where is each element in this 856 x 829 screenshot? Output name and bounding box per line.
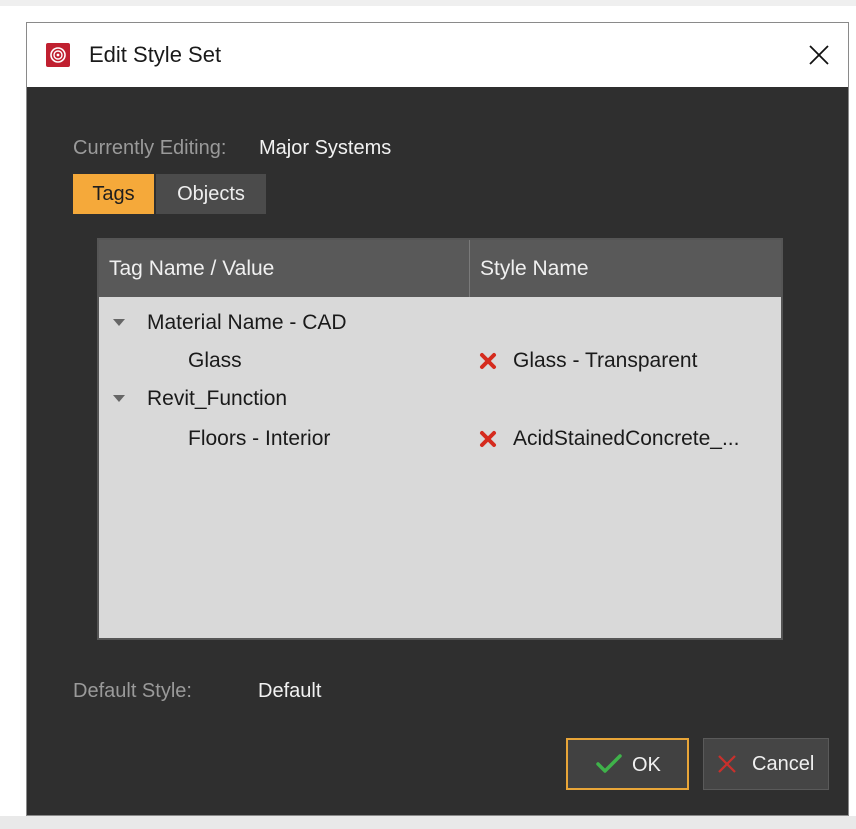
tag-style-table: Tag Name / Value Style Name Material Nam…	[97, 238, 783, 640]
ok-button[interactable]: OK	[566, 738, 689, 790]
cancel-x-icon	[718, 755, 736, 773]
default-style-label: Default Style:	[73, 680, 192, 702]
title-bar[interactable]: Edit Style Set	[27, 23, 848, 87]
app-logo-icon	[46, 43, 70, 67]
tab-tags[interactable]: Tags	[73, 174, 154, 214]
group-name: Revit_Function	[147, 387, 288, 410]
collapse-triangle-icon[interactable]	[113, 395, 125, 402]
tree-row-group[interactable]: Revit_Function	[99, 380, 781, 418]
tree-row-item[interactable]: Glass Glass - Transparent	[99, 342, 781, 380]
cancel-button-label: Cancel	[752, 753, 815, 775]
tab-objects[interactable]: Objects	[156, 174, 266, 214]
style-name: AcidStainedConcrete_...	[513, 427, 740, 450]
red-x-icon	[480, 353, 496, 369]
tag-value: Glass	[188, 349, 242, 372]
currently-editing-label: Currently Editing:	[73, 137, 227, 159]
red-x-icon	[480, 431, 496, 447]
currently-editing-value: Major Systems	[259, 137, 392, 159]
ok-button-label: OK	[632, 754, 661, 776]
group-name: Material Name - CAD	[147, 311, 347, 334]
column-header-style-name[interactable]: Style Name	[470, 240, 781, 297]
edit-style-set-dialog: Edit Style Set Currently Editing: Major …	[26, 22, 849, 816]
close-icon	[809, 45, 829, 65]
desktop-background-top	[0, 0, 856, 6]
column-header-tag-name[interactable]: Tag Name / Value	[99, 240, 470, 297]
cancel-button[interactable]: Cancel	[703, 738, 829, 790]
desktop-background-bottom	[0, 816, 856, 829]
checkmark-icon	[596, 754, 622, 773]
table-header: Tag Name / Value Style Name	[99, 240, 781, 297]
tree-row-item[interactable]: Floors - Interior AcidStainedConcrete_..…	[99, 420, 781, 458]
close-button[interactable]	[795, 31, 843, 79]
default-style-value[interactable]: Default	[258, 680, 321, 703]
tag-value: Floors - Interior	[188, 427, 331, 450]
style-name: Glass - Transparent	[513, 349, 698, 372]
tree-row-group[interactable]: Material Name - CAD	[99, 304, 781, 342]
collapse-triangle-icon[interactable]	[113, 319, 125, 326]
dialog-title: Edit Style Set	[89, 42, 222, 67]
